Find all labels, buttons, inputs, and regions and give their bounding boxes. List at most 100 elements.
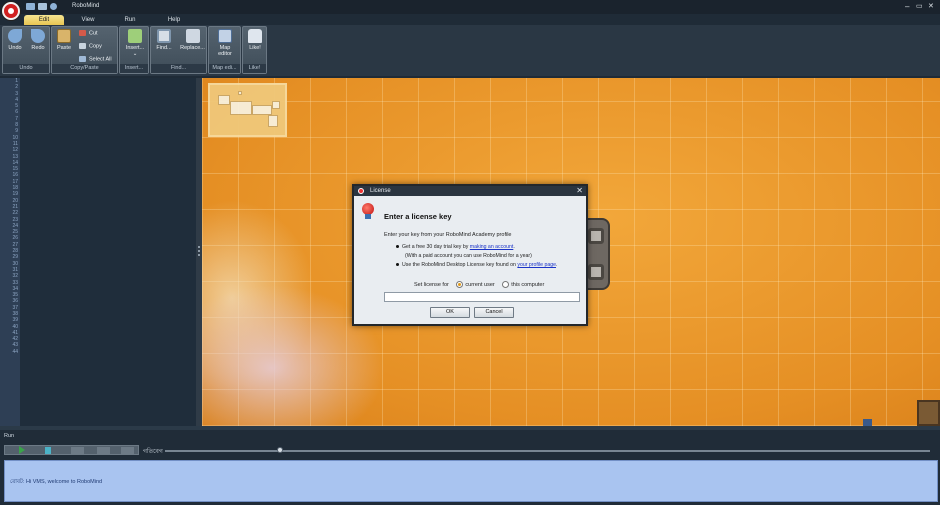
menu-bar: Edit View Run Help [0, 14, 940, 25]
insert-button[interactable]: Insert... ⌄ [124, 29, 146, 63]
cut-label: Cut [89, 30, 98, 37]
cancel-button[interactable]: Cancel [474, 307, 514, 318]
pause-icon[interactable] [71, 447, 84, 454]
select-all-icon [79, 56, 86, 62]
minimap-block [272, 101, 280, 109]
run-panel: Run গতিবেগ রোবট: Hi VMS, welcome to Robo… [0, 430, 940, 505]
minimize-button[interactable]: – [905, 2, 909, 11]
robomind-icon [358, 188, 364, 194]
like-button[interactable]: Like! [244, 29, 266, 63]
splitter-grip [198, 250, 200, 252]
minimap-block [230, 101, 252, 115]
splitter-grip [198, 246, 200, 248]
minimap[interactable] [208, 83, 287, 137]
step-icon[interactable] [45, 447, 51, 454]
copypaste-group: Paste Cut Copy Select All Copy/Paste [51, 26, 118, 74]
help-icon[interactable] [50, 3, 57, 10]
map-editor-icon [218, 29, 232, 43]
undo-button[interactable]: Undo [4, 29, 26, 63]
line-number-gutter: 1 2 3 4 5 6 7 8 9 10 11 12 13 14 15 16 17 18 19 20 21 22 23 24 2… [0, 78, 20, 426]
redo-button[interactable]: Redo [27, 29, 49, 63]
title-bar: RoboMind – ▭ ✕ [0, 0, 940, 14]
play-icon[interactable] [19, 446, 25, 454]
code-editor[interactable] [20, 78, 196, 426]
bullet-trial-end: . [513, 244, 515, 250]
map-beacon [863, 419, 872, 426]
bullet-profile-end: . [556, 262, 558, 268]
insert-group: Insert... ⌄ Insert... [119, 26, 149, 74]
minimap-block [268, 115, 278, 127]
map-object [917, 400, 940, 426]
making-account-link[interactable]: making an account [470, 244, 514, 250]
license-key-icon [362, 203, 374, 219]
save-icon[interactable] [26, 3, 35, 10]
find-group-label: Find... [151, 64, 206, 73]
copy-button[interactable]: Copy [79, 43, 102, 49]
paste-label: Paste [56, 45, 72, 51]
bullet-profile: Use the RoboMind Desktop License key fou… [396, 262, 558, 268]
dialog-close-icon[interactable]: ✕ [576, 186, 583, 196]
line-number: 44 [12, 348, 18, 355]
run-panel-title: Run [4, 433, 15, 439]
redo-label: Redo [31, 45, 45, 51]
like-group: Like! Like! [242, 26, 267, 74]
robot-wheel [588, 228, 604, 244]
tab-view[interactable]: View [76, 15, 100, 25]
replace-button[interactable]: Replace... [179, 29, 206, 63]
dialog-titlebar: License ✕ [354, 186, 586, 196]
profile-page-link[interactable]: your profile page [517, 262, 556, 268]
dialog-heading: Enter a license key [384, 212, 452, 221]
license-dialog: License ✕ Enter a license key Enter your… [352, 184, 588, 326]
replace-label: Replace... [180, 45, 205, 51]
select-all-button[interactable]: Select All [79, 56, 112, 62]
undo-group: Undo Redo Undo [2, 26, 50, 74]
insert-icon [128, 29, 142, 43]
insert-group-label: Insert... [120, 64, 148, 73]
bullet-trial: Get a free 30 day trial key by making an… [396, 244, 515, 250]
chevron-down-icon: ⌄ [132, 51, 138, 57]
bullet-dot [396, 245, 399, 248]
redo-icon [31, 29, 45, 43]
minimap-block [218, 95, 230, 105]
paste-button[interactable]: Paste [53, 29, 75, 63]
this-computer-radio[interactable] [502, 281, 510, 288]
this-computer-label[interactable]: this computer [511, 282, 544, 288]
app-menu-button[interactable] [2, 2, 20, 20]
robot-wheel [588, 264, 604, 280]
copy-label: Copy [89, 43, 102, 50]
ok-button[interactable]: OK [430, 307, 470, 318]
current-user-radio[interactable] [456, 281, 464, 288]
tab-edit[interactable]: Edit [24, 15, 64, 25]
restore-button[interactable]: ▭ [916, 2, 923, 11]
set-license-label: Set license for [414, 281, 449, 288]
copy-icon [79, 43, 86, 49]
cut-button[interactable]: Cut [79, 30, 98, 36]
tab-run[interactable]: Run [120, 15, 140, 25]
thumbs-up-icon [248, 29, 262, 43]
reset-icon[interactable] [121, 447, 134, 454]
magnifier-icon [157, 29, 171, 43]
current-user-label[interactable]: current user [465, 282, 494, 288]
select-all-label: Select All [89, 56, 112, 63]
speed-slider-thumb[interactable] [276, 447, 283, 453]
like-group-label: Like! [243, 64, 266, 73]
map-editor-button[interactable]: Map editor [214, 29, 236, 63]
message-area: রোবট: Hi VMS, welcome to RoboMind [4, 460, 938, 502]
run-toolbar [4, 445, 139, 455]
stop-icon[interactable] [97, 447, 110, 454]
license-scope-row: Set license for current user this comput… [414, 281, 544, 288]
speed-label: গতিবেগ [143, 449, 163, 455]
like-label: Like! [249, 45, 261, 51]
undo-icon [8, 29, 22, 43]
undo-group-label: Undo [3, 64, 49, 73]
map-group-label: Map edi... [209, 64, 240, 73]
license-key-input[interactable] [384, 292, 580, 302]
open-icon[interactable] [38, 3, 47, 10]
tab-help[interactable]: Help [164, 15, 184, 25]
find-button[interactable]: Find... [153, 29, 175, 63]
map-group: Map editor Map edi... [208, 26, 241, 74]
scissors-icon [79, 30, 86, 36]
copypaste-group-label: Copy/Paste [52, 64, 117, 73]
bullet-trial-note: (With a paid account you can use RoboMin… [405, 253, 532, 259]
close-button[interactable]: ✕ [928, 2, 934, 11]
